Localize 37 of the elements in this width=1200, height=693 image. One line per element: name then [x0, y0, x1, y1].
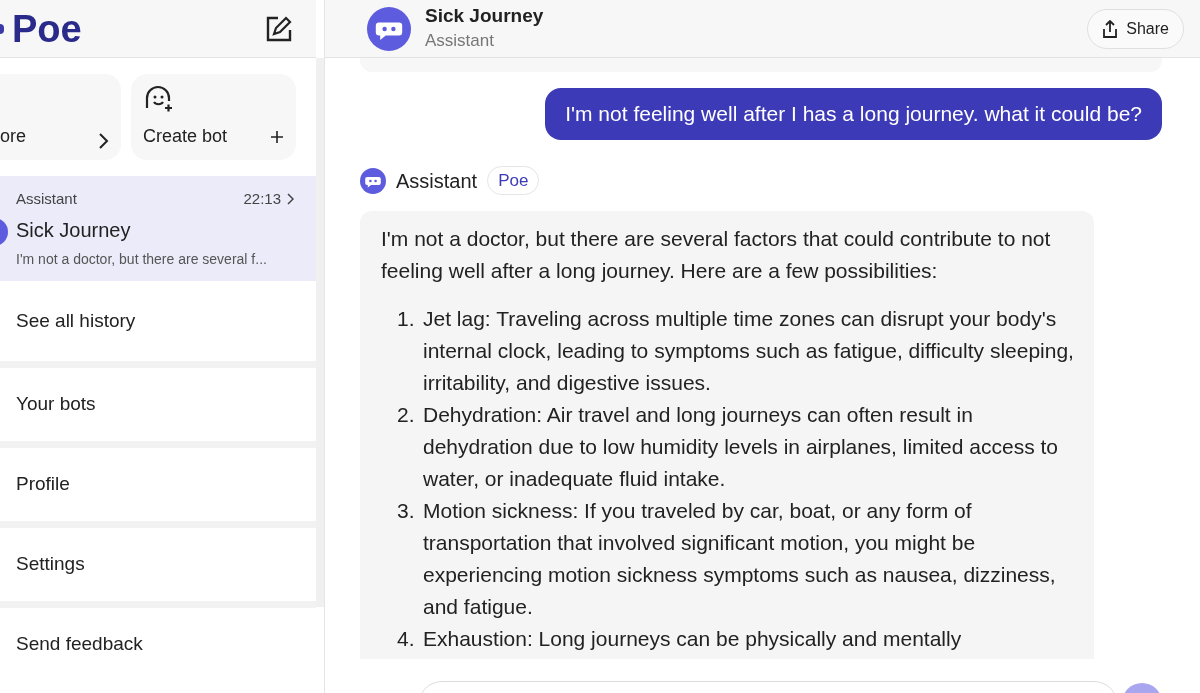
- menu-item[interactable]: See all history: [16, 306, 136, 336]
- create-bot-card[interactable]: Create bot: [131, 74, 296, 160]
- chevron-right-icon: [287, 193, 295, 206]
- menu-item[interactable]: Settings: [16, 550, 85, 579]
- menu-item[interactable]: Your bots: [16, 390, 96, 419]
- bot-avatar: [360, 167, 386, 194]
- list-number: 2.: [397, 401, 416, 428]
- list-item-text: Jet lag: Traveling across multiple time zones can disrupt your body's internal clock, leading to symptoms such as fatigue, difficulty sleeping, irritability, and digestive issues.: [423, 305, 1075, 396]
- bot-avatar: [367, 6, 411, 51]
- plus-icon: [270, 129, 284, 144]
- chat-title: Sick Journey: [16, 217, 132, 243]
- user-message: I'm not feeling well after I has a long journey. what it could be?: [545, 88, 1162, 140]
- chat-time: 22:13: [243, 189, 282, 209]
- share-button[interactable]: Share: [1087, 8, 1184, 49]
- list-item-text: Motion sickness: If you traveled by car, boat, or any form of transportation that involved significant motion, you might be experiencing motion sickness symptoms such as nausea, dizziness, and fatigue.: [423, 497, 1057, 620]
- list-number: 4.: [397, 625, 416, 652]
- chat-preview: I'm not a doctor, but there are several f...: [16, 249, 268, 269]
- menu-item[interactable]: Profile: [16, 470, 70, 499]
- explore-card[interactable]: ore: [0, 74, 121, 160]
- list-item-text: Dehydration: Air travel and long journeys can often result in dehydration due to low humidity levels in airplanes, limited access to water, or inadequate fluid intake.: [423, 401, 1059, 492]
- list-number: 3.: [397, 497, 416, 524]
- edit-icon[interactable]: [266, 15, 293, 42]
- bot-name: Assistant: [396, 168, 478, 194]
- bot-plus-icon: [143, 84, 175, 114]
- message-paragraph: I'm not a doctor, but there are several factors that could contribute to not feeling well after a long journey. Here are a few possibilities:: [381, 225, 1052, 284]
- chevron-right-icon: [97, 132, 109, 150]
- chat-title: Sick Journey: [425, 3, 544, 28]
- share-icon: [1102, 19, 1119, 38]
- bot-name: Assistant: [16, 189, 77, 209]
- chat-history-item[interactable]: Assistant 22:13 Sick Journey I'm not a doctor, but there are several f...: [0, 176, 317, 281]
- list-number: 1.: [397, 305, 416, 332]
- bot-subtitle: Assistant: [425, 29, 495, 52]
- card-label: Create bot: [143, 125, 228, 148]
- menu-item[interactable]: Send feedback: [16, 630, 143, 659]
- logo-text: Poe: [12, 9, 82, 48]
- logo-mark: [0, 23, 4, 34]
- list-item-text: Exhaustion: Long journeys can be physically and mentally: [423, 625, 962, 652]
